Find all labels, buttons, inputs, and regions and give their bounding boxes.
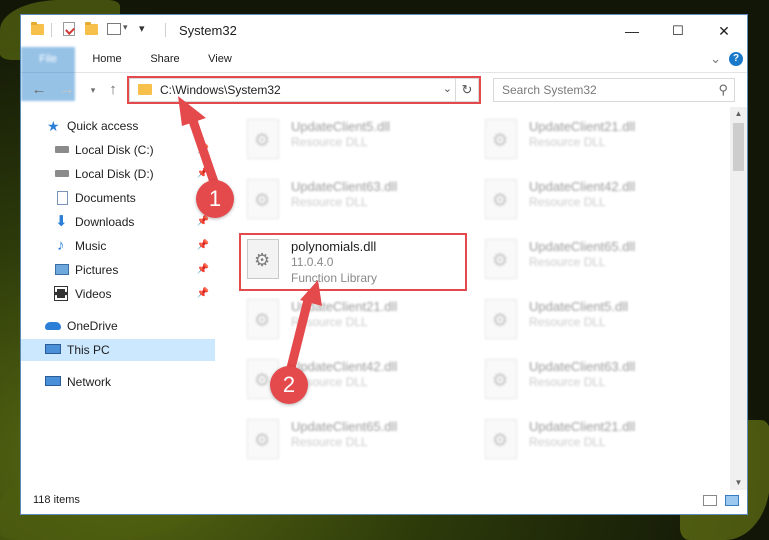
- arrow-to-address-bar: [185, 107, 219, 187]
- arrow-to-file: [285, 295, 313, 377]
- callout-arrows: [178, 96, 322, 377]
- arrowhead-1: [178, 96, 206, 126]
- callout-badge-1: 1: [196, 180, 234, 218]
- callout-badge-2: 2: [270, 366, 308, 404]
